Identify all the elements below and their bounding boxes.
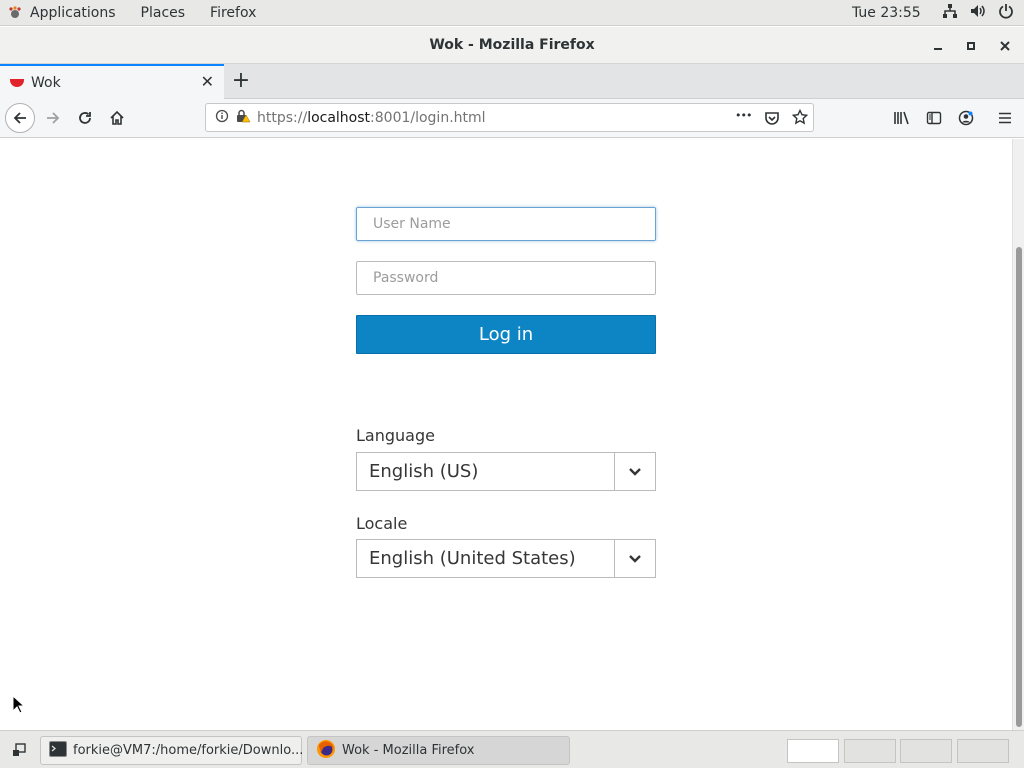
back-button[interactable]	[5, 103, 35, 133]
network-icon	[942, 3, 958, 23]
close-window-button[interactable]	[995, 36, 1015, 56]
reload-button[interactable]	[70, 103, 100, 133]
clock[interactable]: Tue 23:55	[852, 5, 921, 21]
login-button[interactable]: Log in	[356, 315, 656, 354]
sidebar-button[interactable]	[919, 103, 949, 133]
taskbar-item-firefox[interactable]: Wok - Mozilla Firefox	[307, 736, 570, 765]
account-button[interactable]	[951, 103, 981, 133]
minimize-button[interactable]	[928, 36, 948, 56]
navigation-toolbar: https://localhost:8001/login.html •••	[0, 99, 1024, 138]
locale-label: Locale	[356, 514, 408, 533]
taskbar: forkie@VM7:/home/forkie/Downlo... Wok - …	[0, 730, 1024, 768]
new-tab-button[interactable]: +	[230, 68, 252, 94]
system-tray[interactable]	[942, 3, 1014, 23]
reload-icon	[79, 112, 91, 124]
close-tab-icon[interactable]: ✕	[201, 72, 214, 91]
home-icon	[110, 110, 124, 125]
library-button[interactable]	[887, 103, 917, 133]
username-input[interactable]	[356, 207, 656, 241]
pocket-icon[interactable]	[764, 110, 780, 130]
hamburger-icon	[999, 112, 1011, 124]
url-path: :8001/login.html	[370, 109, 486, 126]
menu-button[interactable]	[990, 103, 1020, 133]
chevron-down-icon[interactable]	[614, 540, 655, 577]
page-scrollbar[interactable]	[1012, 139, 1024, 730]
password-input[interactable]	[356, 261, 656, 295]
maximize-button[interactable]	[961, 36, 981, 56]
forward-arrow-icon	[47, 112, 60, 124]
workspace-4[interactable]	[957, 739, 1009, 763]
insecure-lock-icon[interactable]	[235, 109, 251, 127]
firefox-icon	[316, 739, 336, 763]
power-icon	[998, 3, 1014, 23]
url-bar[interactable]: https://localhost:8001/login.html •••	[205, 103, 814, 132]
terminal-icon	[49, 740, 67, 761]
mouse-pointer-icon	[12, 694, 26, 719]
tab-strip: Wok ✕ +	[0, 64, 1024, 99]
locale-select[interactable]: English (United States)	[356, 539, 656, 578]
tab-wok[interactable]: Wok ✕	[0, 64, 224, 99]
scrollbar-thumb[interactable]	[1016, 247, 1022, 727]
top-panel: Applications Places Firefox Tue 23:55	[0, 0, 1024, 26]
language-label: Language	[356, 426, 435, 445]
locale-value: English (United States)	[369, 548, 576, 569]
wok-favicon-icon	[10, 78, 24, 87]
chevron-down-icon[interactable]	[614, 453, 655, 490]
taskbar-item-terminal[interactable]: forkie@VM7:/home/forkie/Downlo...	[40, 736, 304, 765]
window-title: Wok - Mozilla Firefox	[429, 37, 595, 53]
applications-menu[interactable]: Applications	[0, 5, 116, 21]
info-icon[interactable]	[215, 109, 229, 127]
places-menu[interactable]: Places	[141, 5, 186, 21]
bookmark-star-icon[interactable]	[791, 108, 809, 129]
page-actions-icon[interactable]: •••	[735, 109, 752, 122]
forward-button[interactable]	[38, 103, 68, 133]
workspace-3[interactable]	[900, 739, 952, 763]
language-value: English (US)	[369, 461, 479, 482]
workspace-1[interactable]	[787, 739, 839, 763]
applications-label: Applications	[30, 4, 116, 21]
home-button[interactable]	[102, 103, 132, 133]
url-prefix: https://	[257, 109, 308, 126]
account-icon	[958, 110, 974, 126]
volume-icon	[970, 3, 986, 23]
window-titlebar[interactable]: Wok - Mozilla Firefox	[0, 27, 1024, 64]
back-arrow-icon	[13, 112, 26, 124]
show-desktop-icon[interactable]	[11, 742, 27, 762]
workspace-2[interactable]	[844, 739, 896, 763]
firefox-task-label: Wok - Mozilla Firefox	[342, 743, 475, 758]
tab-label: Wok	[31, 74, 61, 91]
sidebar-icon	[926, 111, 942, 125]
gnome-foot-icon	[8, 5, 22, 20]
firefox-app-menu[interactable]: Firefox	[210, 5, 256, 21]
url-host: localhost	[307, 109, 371, 126]
terminal-label: forkie@VM7:/home/forkie/Downlo...	[73, 743, 304, 758]
library-icon	[894, 111, 909, 125]
url-text[interactable]: https://localhost:8001/login.html	[257, 110, 486, 126]
language-select[interactable]: English (US)	[356, 452, 656, 491]
